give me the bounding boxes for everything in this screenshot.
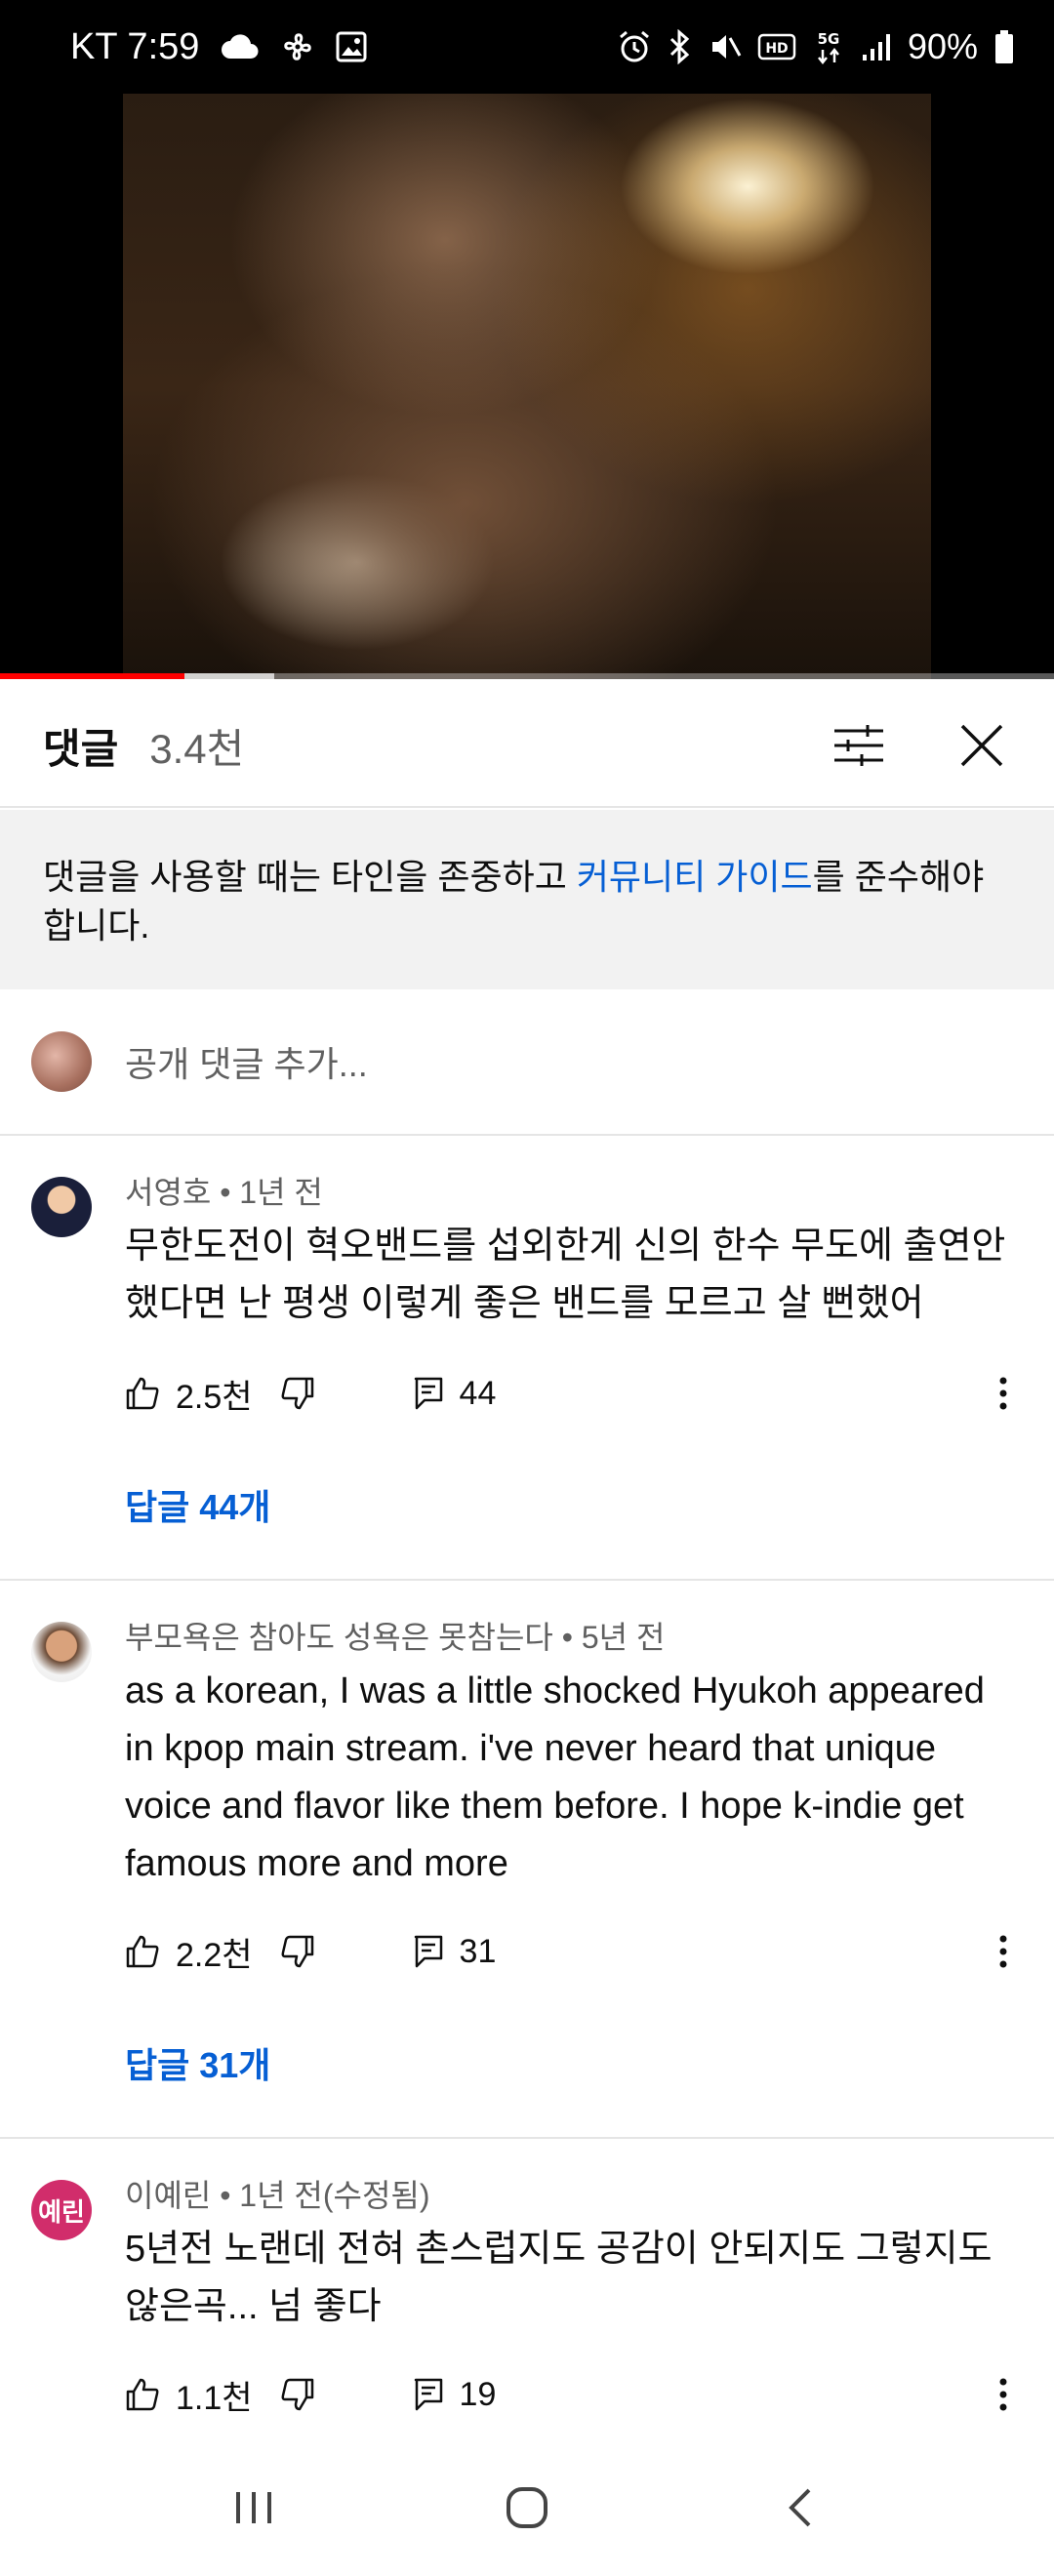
- close-button[interactable]: [953, 716, 1011, 775]
- reply-count: 31: [459, 1932, 497, 1970]
- comment-author-meta[interactable]: 서영호 • 1년 전: [125, 1171, 1015, 1214]
- video-frame[interactable]: [123, 94, 931, 679]
- system-navigation-bar: [0, 2439, 1054, 2576]
- dislike-button[interactable]: [280, 1376, 315, 1411]
- close-icon: [960, 724, 1003, 767]
- like-count: 1.1천: [176, 2379, 253, 2417]
- hd-icon: HD: [757, 32, 796, 61]
- like-button[interactable]: 2.2천: [125, 1928, 253, 1976]
- comment-text: 무한도전이 혁오밴드를 섭외한게 신의 한수 무도에 출연안했다면 난 평생 이…: [125, 1226, 1006, 1324]
- avatar-initials: 예린: [38, 2196, 85, 2227]
- like-button[interactable]: 1.1천: [125, 2371, 253, 2419]
- status-bar: KT 7:59 HD 5G 90%: [0, 0, 1054, 94]
- comment-text: 5년전 노랜데 전혀 촌스럽지도 공감이 안되지도 그렇지도 않은곡... 넘 …: [125, 2229, 993, 2327]
- mute-icon: [709, 30, 742, 63]
- thumbs-down-icon: [281, 1377, 313, 1410]
- bluetooth-icon: [668, 29, 693, 64]
- dislike-button[interactable]: [280, 1934, 315, 1969]
- battery-percent: 90%: [907, 26, 978, 66]
- dislike-button[interactable]: [280, 2377, 315, 2412]
- reply-icon: [414, 1935, 442, 1968]
- community-guidelines-notice: 댓글을 사용할 때는 타인을 존중하고 커뮤니티 가이드를 준수해야 합니다.: [0, 810, 1054, 989]
- avatar[interactable]: [31, 1622, 92, 1682]
- avatar[interactable]: [31, 1177, 92, 1237]
- more-vert-icon: [999, 2378, 1007, 2411]
- comment-actions: 2.5천 44: [125, 1364, 1023, 1423]
- video-player[interactable]: [0, 94, 1054, 679]
- image-icon: [336, 31, 367, 62]
- reply-count: 44: [459, 1374, 497, 1412]
- more-options-button[interactable]: [984, 1377, 1023, 1410]
- video-played-bar: [0, 673, 184, 679]
- reply-button[interactable]: 44: [413, 1374, 497, 1413]
- thumbs-down-icon: [281, 2378, 313, 2411]
- add-comment-row[interactable]: 공개 댓글 추가...: [0, 989, 1054, 1136]
- svg-text:5G: 5G: [818, 30, 840, 48]
- thumbs-up-icon: [126, 2378, 159, 2411]
- battery-icon: [993, 29, 1015, 64]
- more-options-button[interactable]: [984, 1935, 1023, 1968]
- svg-text:HD: HD: [765, 41, 788, 57]
- more-vert-icon: [999, 1377, 1007, 1410]
- home-icon: [507, 2487, 547, 2528]
- comments-count: 3.4천: [149, 725, 245, 772]
- reply-count: 19: [459, 2375, 497, 2413]
- like-button[interactable]: 2.5천: [125, 1370, 253, 1418]
- 5g-icon: 5G: [812, 28, 845, 65]
- guide-text-before: 댓글을 사용할 때는 타인을 존중하고: [43, 857, 577, 897]
- comments-title: 댓글: [43, 725, 119, 772]
- like-count: 2.2천: [176, 1936, 253, 1974]
- reply-button[interactable]: 19: [413, 2375, 497, 2414]
- home-button[interactable]: [488, 2469, 566, 2547]
- reply-icon: [414, 2378, 442, 2411]
- more-options-button[interactable]: [984, 2378, 1023, 2411]
- comments-header: 댓글 3.4천: [0, 685, 1054, 808]
- comment-actions: 1.1천 19: [125, 2365, 1023, 2424]
- thumbs-down-icon: [281, 1935, 313, 1968]
- comment-author-meta[interactable]: 부모욕은 참아도 성욕은 못참는다 • 5년 전: [125, 1616, 1015, 1659]
- comment-item: 부모욕은 참아도 성욕은 못참는다 • 5년 전 as a korean, I …: [0, 1581, 1054, 2139]
- reply-button[interactable]: 31: [413, 1932, 497, 1971]
- recent-apps-icon: [236, 2492, 271, 2523]
- comment-author-meta[interactable]: 이예린 • 1년 전(수정됨): [125, 2174, 1015, 2217]
- back-button[interactable]: [761, 2469, 839, 2547]
- cloud-icon: [221, 33, 260, 60]
- thumbs-up-icon: [126, 1377, 159, 1410]
- reply-icon: [414, 1377, 442, 1410]
- like-count: 2.5천: [176, 1378, 253, 1416]
- add-comment-input[interactable]: 공개 댓글 추가...: [125, 1036, 368, 1087]
- comment-text: as a korean, I was a little shocked Hyuk…: [125, 1670, 985, 1884]
- video-progress-bar[interactable]: [0, 673, 1054, 679]
- comment-actions: 2.2천 31: [125, 1922, 1023, 1981]
- view-replies-link[interactable]: 답글 31개: [125, 2037, 270, 2088]
- thumbs-up-icon: [126, 1935, 159, 1968]
- community-guidelines-link[interactable]: 커뮤니티 가이드: [577, 857, 813, 897]
- more-vert-icon: [999, 1935, 1007, 1968]
- avatar[interactable]: 예린: [31, 2180, 92, 2240]
- alarm-icon: [617, 29, 652, 64]
- sort-filter-button[interactable]: [830, 716, 888, 775]
- comment-item: 예린 이예린 • 1년 전(수정됨) 5년전 노랜데 전혀 촌스럽지도 공감이 …: [0, 2139, 1054, 2439]
- back-icon: [789, 2488, 811, 2527]
- sliders-icon: [834, 725, 883, 766]
- signal-icon: [861, 31, 892, 62]
- comment-item: 서영호 • 1년 전 무한도전이 혁오밴드를 섭외한게 신의 한수 무도에 출연…: [0, 1136, 1054, 1581]
- view-replies-link[interactable]: 답글 44개: [125, 1479, 270, 1530]
- recent-apps-button[interactable]: [215, 2469, 293, 2547]
- fan-icon: [281, 30, 314, 63]
- my-avatar: [31, 1031, 92, 1092]
- carrier-time: KT 7:59: [70, 25, 200, 67]
